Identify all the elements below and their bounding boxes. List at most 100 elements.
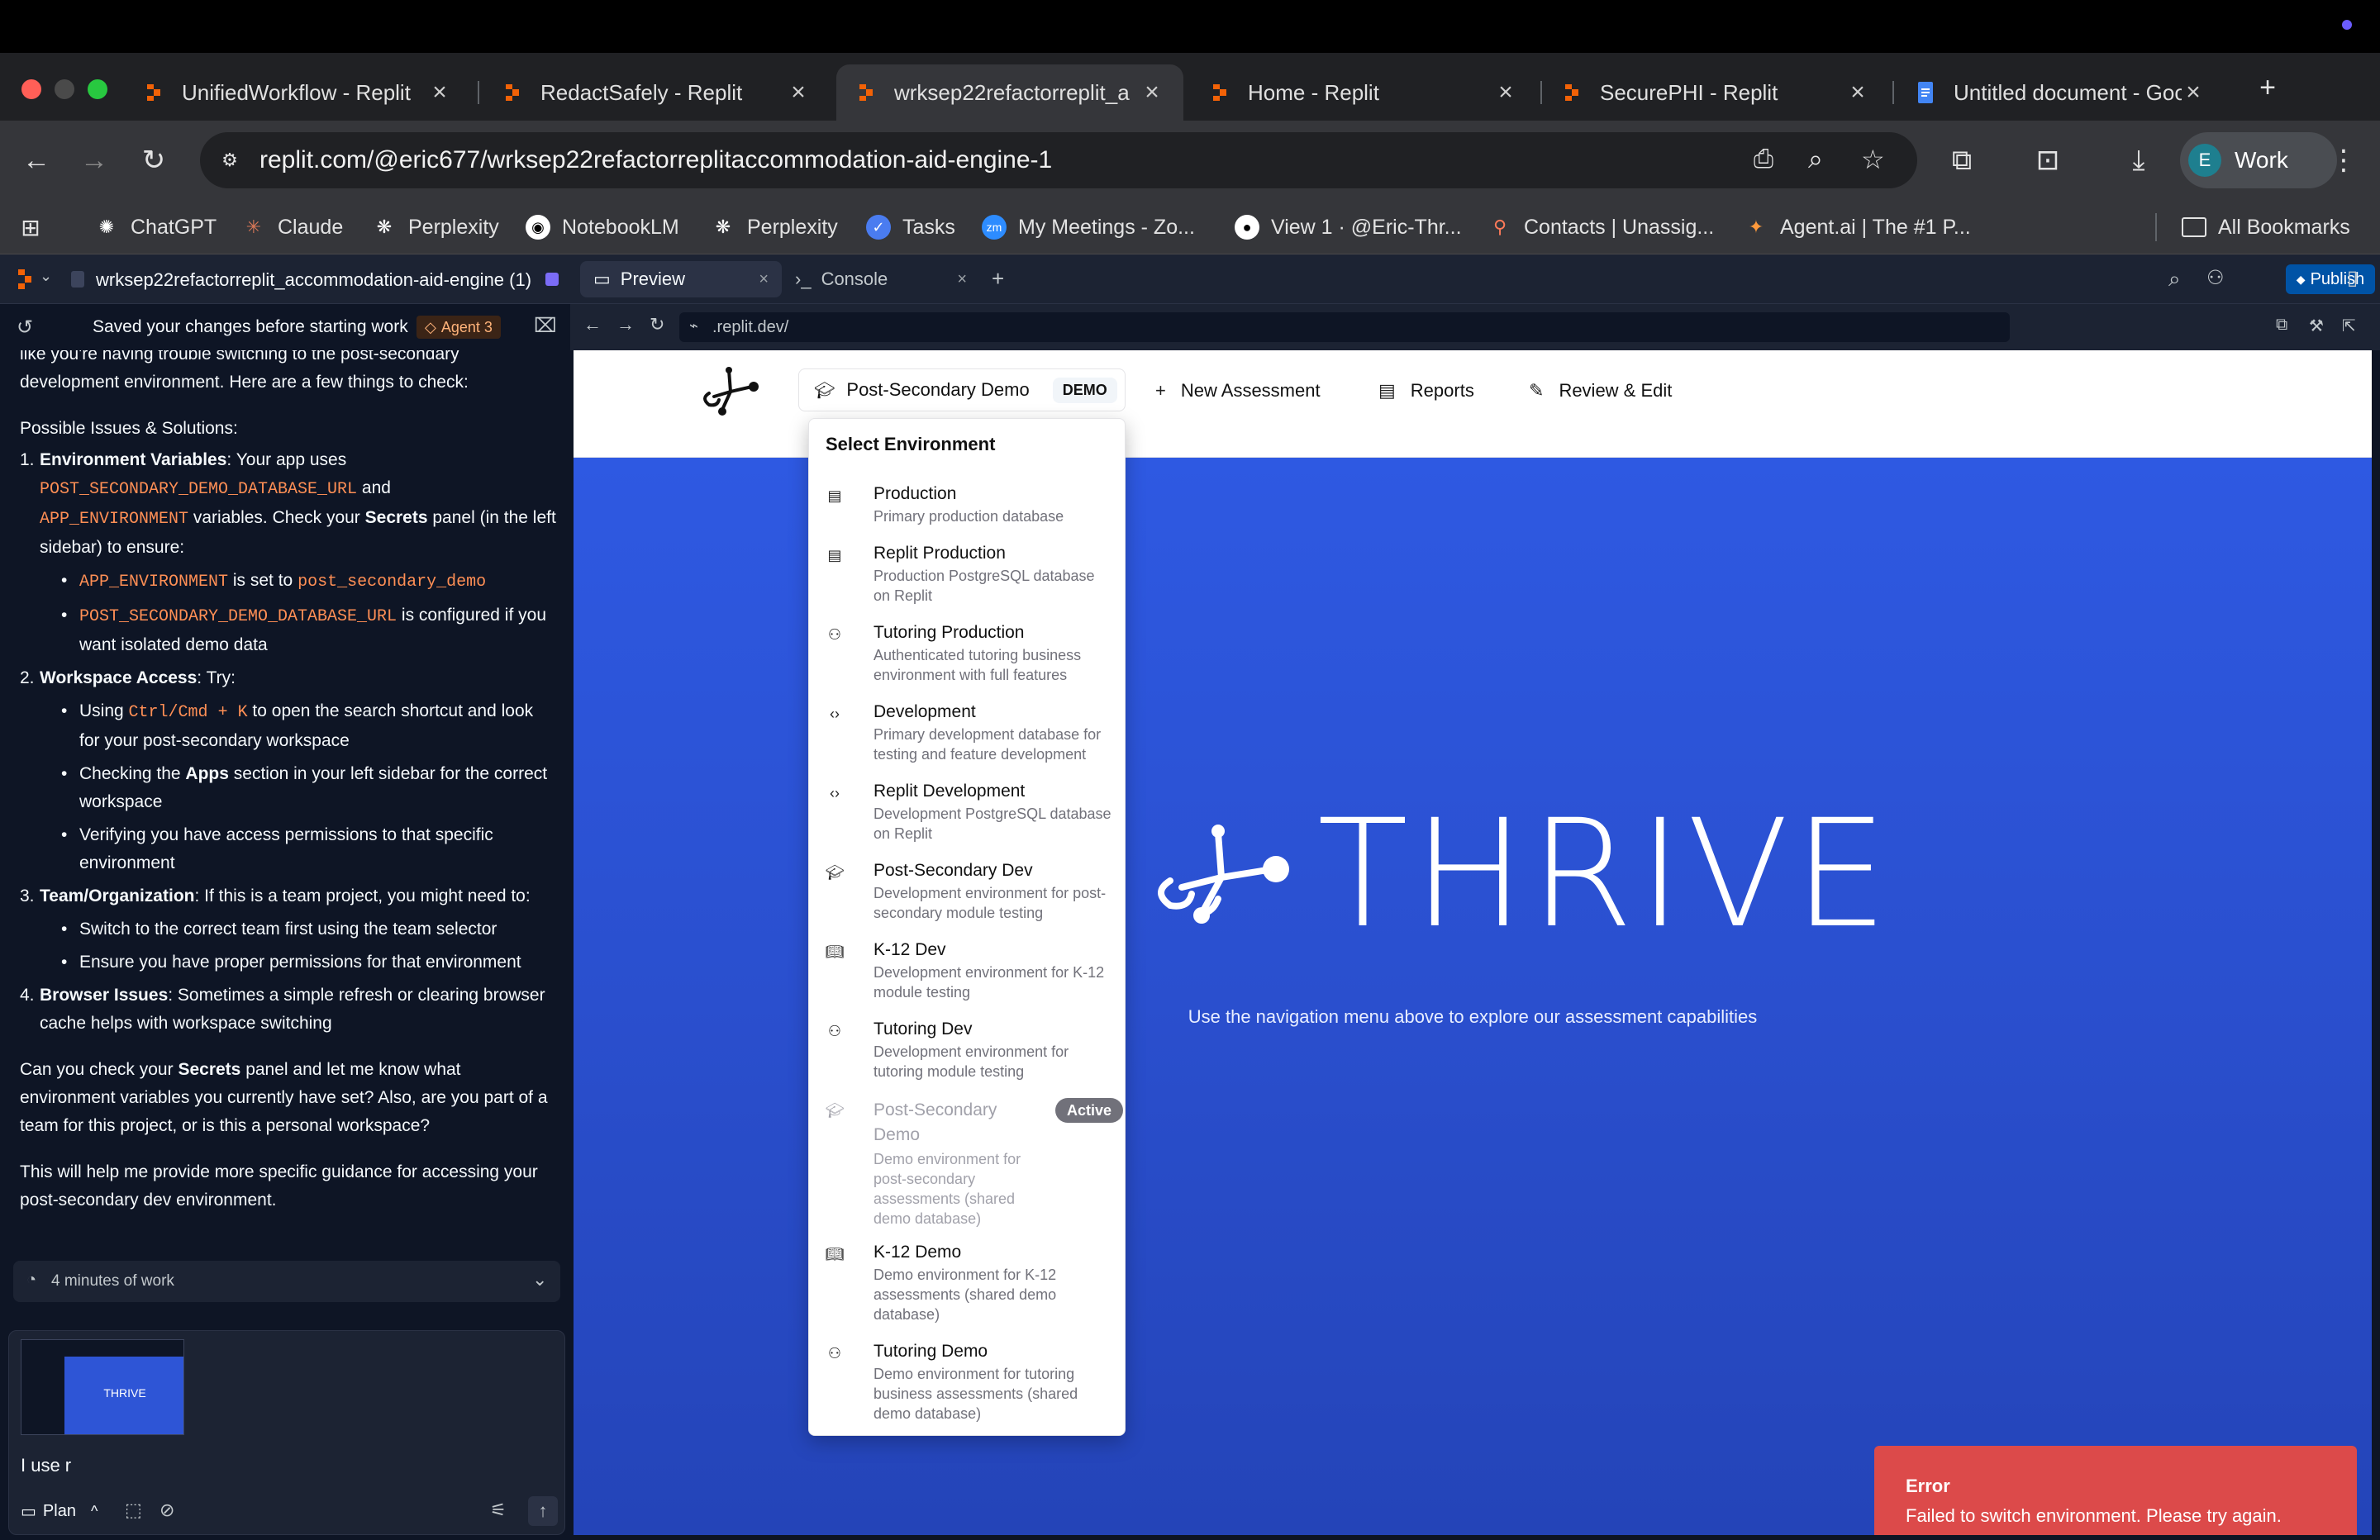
add-tab-icon[interactable]: + [992, 266, 1004, 292]
close-window-button[interactable] [21, 79, 41, 99]
apps-grid-icon[interactable]: ⊞ [18, 213, 55, 241]
minimize-window-button[interactable] [55, 79, 74, 99]
project-name[interactable]: wrksep22refactorreplit_accommodation-aid… [96, 269, 531, 291]
agent-version-badge: ◇ Agent 3 [416, 316, 501, 339]
bookmark-contacts[interactable]: ⚲ Contacts | Unassig... [1488, 213, 1714, 241]
open-new-window-icon[interactable]: ⇱ [2342, 316, 2356, 336]
app-viewport: 🎓︎ Post-Secondary Demo DEMO + New Assessm… [574, 350, 2372, 1535]
bookmark-claude[interactable]: ✳ Claude [241, 213, 343, 241]
terminal-icon: ›_ [795, 269, 812, 289]
agent-input-box[interactable]: THRIVE I use r ▭ Plan ^ ⬚ ⊘ ⚟ ↑ [8, 1330, 565, 1535]
download-icon[interactable]: ⤓ [2121, 142, 2157, 178]
tab-separator [478, 81, 479, 104]
chat-icon: ▭ [21, 1503, 36, 1521]
zoom-icon[interactable]: ⌕ [1808, 144, 1823, 175]
browser-tab-active[interactable]: wrksep22refactorreplit_a × [836, 64, 1183, 121]
close-tab-icon[interactable]: × [787, 78, 810, 107]
issues-heading: Possible Issues & Solutions: [20, 419, 238, 438]
browser-tab[interactable]: Untitled document - Goo × [1896, 64, 2225, 121]
bookmark-chatgpt[interactable]: ✺ ChatGPT [94, 213, 217, 241]
thrive-logo-icon[interactable] [697, 362, 764, 420]
close-tab-icon[interactable]: × [428, 78, 451, 107]
folder-icon [2182, 217, 2206, 237]
browser-tab[interactable]: Home - Replit × [1190, 64, 1537, 121]
new-tab-icon[interactable]: + [2249, 69, 2286, 106]
bookmark-tasks[interactable]: ✓ Tasks [866, 213, 955, 241]
send-icon[interactable]: ↑ [528, 1496, 558, 1526]
bookmark-agent-ai[interactable]: ✦ Agent.ai | The #1 P... [1744, 213, 1971, 241]
list-item: Checking the Apps section in your left s… [40, 760, 557, 816]
attached-screenshot-thumbnail[interactable]: THRIVE [21, 1339, 184, 1435]
environment-selector-button[interactable]: 🎓︎ Post-Secondary Demo DEMO [798, 368, 1126, 411]
bookmark-zoom-meetings[interactable]: zm My Meetings - Zo... [982, 213, 1195, 241]
close-tab-icon[interactable]: × [957, 270, 967, 289]
settings-sliders-icon[interactable]: ⚟ [490, 1500, 507, 1521]
forward-icon[interactable]: → [76, 142, 112, 178]
search-icon[interactable]: ⌕ [2168, 266, 2181, 292]
close-tab-icon[interactable]: × [1494, 78, 1517, 107]
profile-button[interactable]: E Work [2180, 132, 2337, 188]
bookmark-perplexity-2[interactable]: ❋ Perplexity [711, 213, 838, 241]
close-tab-icon[interactable]: × [1140, 78, 1164, 107]
all-bookmarks[interactable]: All Bookmarks [2182, 213, 2350, 241]
devtools-icon[interactable]: ⚒ [2309, 316, 2324, 336]
active-badge: Active [1055, 1098, 1124, 1123]
bookmark-perplexity[interactable]: ❋ Perplexity [372, 213, 499, 241]
nav-new-assessment[interactable]: + New Assessment [1155, 380, 1321, 402]
list-item: 1. Environment Variables: Your app uses … [20, 446, 557, 659]
agent-icon: ◇ [425, 318, 436, 335]
nav-reports[interactable]: ▤ Reports [1378, 380, 1474, 402]
preview-back-icon[interactable]: ← [583, 314, 602, 335]
bookmark-github[interactable]: ● View 1 · @Eric-Thr... [1235, 213, 1462, 241]
browser-tab[interactable]: UnifiedWorkflow - Replit × [124, 64, 471, 121]
back-icon[interactable]: ← [18, 142, 55, 178]
bookmark-star-icon[interactable]: ☆ [1861, 144, 1885, 175]
nav-review-edit[interactable]: ✎ Review & Edit [1529, 380, 1672, 402]
top-strip [0, 0, 2380, 53]
preview-reload-icon[interactable]: ↻ [650, 314, 664, 335]
attach-icon[interactable]: ⊘ [159, 1500, 174, 1521]
plus-icon: + [1155, 380, 1166, 401]
browser-tab[interactable]: SecurePHI - Replit × [1542, 64, 1889, 121]
preview-forward-icon[interactable]: → [616, 314, 635, 335]
toggle-panel-icon[interactable]: ▯ [2347, 266, 2358, 290]
replit-favicon-icon [856, 83, 876, 102]
tab-search-icon[interactable]: ⊡ [2030, 142, 2066, 178]
close-tab-icon[interactable]: × [1846, 78, 1869, 107]
invite-user-icon[interactable]: ⚇ [2206, 266, 2225, 290]
extensions-icon[interactable]: ⧉ [1944, 142, 1980, 178]
notebooklm-icon: ◉ [526, 215, 550, 240]
list-item: Switch to the correct team first using t… [40, 915, 557, 943]
list-item: Verifying you have access permissions to… [40, 821, 557, 877]
thumbnail-text: THRIVE [103, 1386, 146, 1400]
list-item: POST_SECONDARY_DEMO_DATABASE_URL is conf… [40, 601, 557, 659]
agent-input-text[interactable]: I use r [21, 1455, 71, 1476]
new-chat-icon[interactable]: ⌧ [534, 314, 557, 338]
code-icon: ‹› [830, 784, 840, 801]
agent-ai-icon: ✦ [1748, 216, 1764, 237]
chevron-down-icon[interactable]: ⌄ [40, 268, 52, 285]
select-element-icon[interactable]: ⬚ [125, 1500, 142, 1521]
maximize-window-button[interactable] [88, 79, 107, 99]
history-icon[interactable]: ↺ [17, 316, 33, 340]
site-settings-icon[interactable]: ⚙ [217, 147, 243, 173]
replit-favicon-icon [1210, 83, 1230, 102]
reload-icon[interactable]: ↻ [136, 142, 172, 178]
tab-console[interactable]: ›_ Console × [782, 261, 980, 297]
install-app-icon[interactable]: ⎙ [1754, 145, 1773, 173]
publish-button[interactable]: ◆ Publish [2286, 264, 2375, 294]
replit-logo-icon[interactable] [17, 269, 36, 289]
bookmark-notebooklm[interactable]: ◉ NotebookLM [526, 213, 679, 241]
preview-url-field[interactable]: ⌁ .replit.dev/ [679, 312, 2010, 342]
devices-icon[interactable]: ⧉ [2276, 316, 2287, 335]
address-bar[interactable]: ⚙ replit.com/@eric677/wrksep22refactorre… [200, 132, 1917, 188]
browser-menu-icon[interactable]: ⋮ [2325, 142, 2362, 178]
list-item: Ensure you have proper permissions for t… [40, 948, 557, 977]
work-duration-bar[interactable]: ◔ 4 minutes of work ⌄ [13, 1261, 560, 1302]
browser-tab[interactable]: RedactSafely - Replit × [483, 64, 830, 121]
error-toast[interactable]: Error Failed to switch environment. Plea… [1874, 1446, 2357, 1535]
tab-preview[interactable]: ▭ Preview × [580, 261, 782, 297]
close-tab-icon[interactable]: × [2182, 78, 2205, 107]
close-tab-icon[interactable]: × [759, 270, 769, 289]
plan-mode-button[interactable]: ▭ Plan ^ [21, 1501, 98, 1522]
